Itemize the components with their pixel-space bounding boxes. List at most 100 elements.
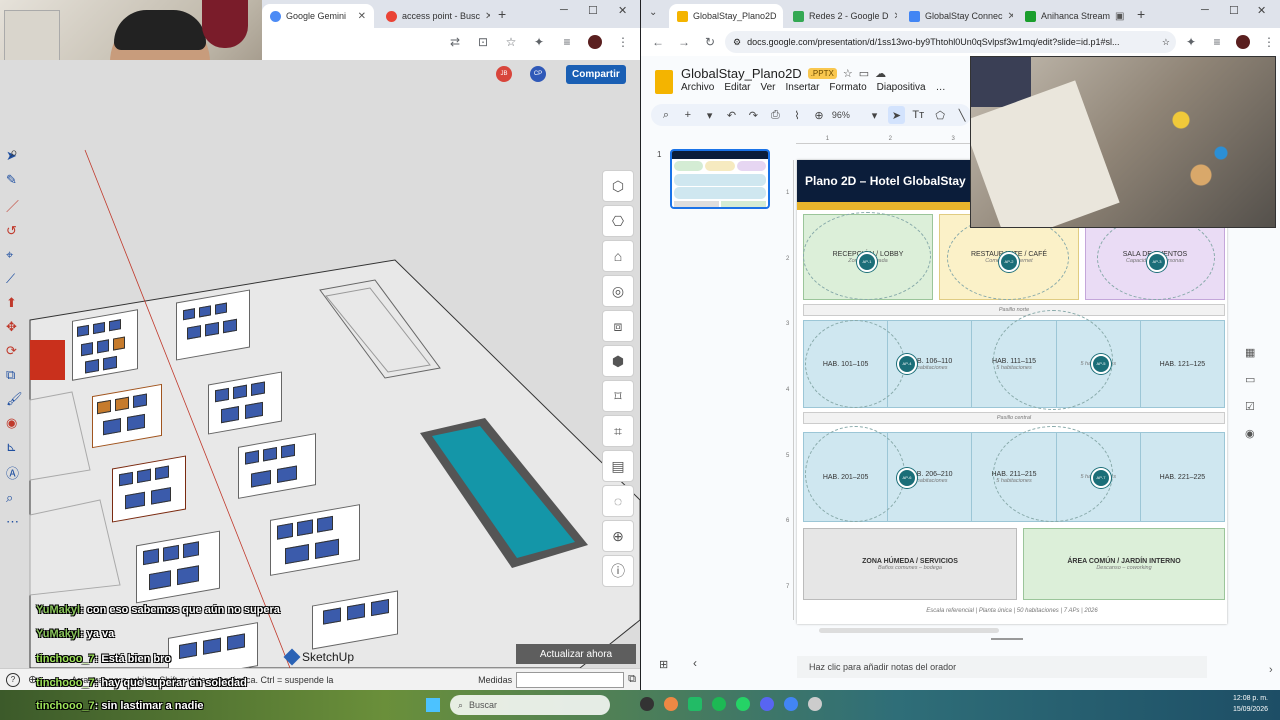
collapse-panel-icon[interactable]: ‹: [693, 656, 697, 670]
menu-diapositiva[interactable]: Diapositiva: [877, 82, 926, 93]
cloud-icon[interactable]: ☁: [875, 67, 886, 80]
line-icon[interactable]: ╲: [953, 106, 971, 124]
tab-google-gemini[interactable]: Google Gemini ✕: [262, 4, 374, 28]
measures-input[interactable]: [516, 671, 625, 688]
menu-archivo[interactable]: Archivo: [681, 82, 714, 93]
resize-handle[interactable]: [991, 638, 1023, 640]
chevron-down-icon[interactable]: ▾: [701, 106, 719, 124]
app-icon[interactable]: [808, 697, 822, 711]
minimize-icon[interactable]: ─: [1201, 4, 1209, 16]
display-icon[interactable]: ◌: [602, 485, 634, 517]
close-icon[interactable]: ✕: [1008, 11, 1013, 22]
close-icon[interactable]: ✕: [358, 11, 366, 22]
extensions-icon[interactable]: ✦: [1180, 31, 1202, 53]
entity-info-icon[interactable]: ⬡: [602, 170, 634, 202]
close-window-icon[interactable]: ✕: [618, 4, 627, 17]
access-point-marker[interactable]: AP-4: [897, 354, 917, 374]
redo-icon[interactable]: ↷: [744, 106, 762, 124]
profile-avatar[interactable]: [1232, 31, 1254, 53]
access-point-marker[interactable]: AP-6: [897, 468, 917, 488]
grid-view-icon[interactable]: ⊞: [659, 658, 668, 671]
media-icon[interactable]: ≡: [556, 31, 578, 53]
close-icon[interactable]: ✕: [782, 11, 783, 22]
close-window-icon[interactable]: ✕: [1257, 4, 1266, 17]
access-point-marker[interactable]: AP-5: [1091, 354, 1111, 374]
undo-icon[interactable]: ↶: [723, 106, 741, 124]
maximize-icon[interactable]: ☐: [1229, 4, 1239, 17]
room-block[interactable]: [72, 309, 138, 381]
slide-canvas[interactable]: Plano 2D – Hotel GlobalStay RECEPCIÓN / …: [797, 160, 1227, 624]
tape-tool-icon[interactable]: ↺: [6, 223, 30, 239]
text-tool-icon[interactable]: Ⓐ: [6, 463, 30, 482]
more-menu-icon[interactable]: ⋮: [612, 31, 634, 53]
more-tools-icon[interactable]: ⋯: [6, 514, 30, 530]
translate-icon[interactable]: ⇄: [444, 31, 466, 53]
access-point-marker[interactable]: AP-7: [1091, 468, 1111, 488]
styles-icon[interactable]: ⧈: [602, 310, 634, 342]
media-icon[interactable]: ≡: [1206, 31, 1228, 53]
print-icon[interactable]: ⎙: [766, 106, 784, 124]
chevron-down-icon[interactable]: ▾: [866, 106, 884, 124]
shape-icon[interactable]: ⬠: [931, 106, 949, 124]
horizontal-scrollbar[interactable]: [819, 628, 999, 633]
back-icon[interactable]: ←: [647, 31, 669, 53]
scenes-icon[interactable]: ▤: [602, 450, 634, 482]
outliner-icon[interactable]: ⌗: [602, 415, 634, 447]
line-tool-icon[interactable]: ⟋: [6, 271, 30, 287]
globe-icon[interactable]: ⊕: [602, 520, 634, 552]
menu-ver[interactable]: Ver: [760, 82, 775, 93]
menu-more[interactable]: …: [936, 82, 946, 93]
zoom-level[interactable]: 96%: [832, 110, 862, 120]
info-icon[interactable]: ⓘ: [602, 555, 634, 587]
access-point-marker[interactable]: AP-3: [1147, 252, 1167, 272]
speaker-notes[interactable]: Haz clic para añadir notas del orador: [797, 656, 1207, 678]
keep-icon[interactable]: ▭: [1245, 373, 1255, 386]
search-icon[interactable]: ⌕: [10, 144, 18, 161]
access-point-marker[interactable]: AP-1: [857, 252, 877, 272]
update-now-button[interactable]: Actualizar ahora: [516, 644, 636, 664]
cast-icon[interactable]: ▣: [1115, 11, 1124, 22]
extensions-icon[interactable]: ✦: [528, 31, 550, 53]
scale-tool-icon[interactable]: ⧉: [6, 367, 30, 383]
rotate-tool-icon[interactable]: ⟳: [6, 343, 30, 359]
menu-insertar[interactable]: Insertar: [786, 82, 820, 93]
contacts-icon[interactable]: ◉: [1245, 427, 1255, 440]
move-tool-icon[interactable]: ✥: [6, 319, 30, 335]
tags-icon[interactable]: ⌑: [602, 380, 634, 412]
push-pull-tool-icon[interactable]: ⬆: [6, 295, 30, 311]
app-icon[interactable]: [784, 697, 798, 711]
install-icon[interactable]: ⊡: [472, 31, 494, 53]
more-menu-icon[interactable]: ⋮: [1258, 31, 1280, 53]
tab-docs[interactable]: GlobalStay Connec ✕: [901, 4, 1013, 28]
start-button[interactable]: [426, 698, 440, 712]
expand-panel-icon[interactable]: ›: [1269, 664, 1273, 676]
sketchup-viewport[interactable]: JB CP Compartir ➤ ✎ ／ ↺ ⌖ ⟋ ⬆ ✥ ⟳ ⧉ 🖌 ◉ …: [0, 60, 640, 668]
select-cursor-icon[interactable]: ➤: [887, 106, 906, 124]
text-box-icon[interactable]: Tт: [909, 106, 927, 124]
instructor-icon[interactable]: ⌂: [602, 240, 634, 272]
system-clock[interactable]: 12:08 p. m. 15/09/2026: [1233, 693, 1268, 715]
bookmark-star-icon[interactable]: ☆: [1162, 37, 1170, 48]
tasks-icon[interactable]: ☑: [1245, 400, 1255, 413]
zoom-icon[interactable]: ⊕: [810, 106, 828, 124]
app-icon[interactable]: [688, 697, 702, 711]
help-icon[interactable]: ?: [6, 672, 20, 687]
pencil-tool-icon[interactable]: ／: [6, 196, 30, 215]
folder-icon[interactable]: ▭: [859, 67, 869, 80]
eraser-tool-icon[interactable]: ✎: [6, 172, 30, 188]
bookmark-star-icon[interactable]: ☆: [500, 31, 522, 53]
maximize-icon[interactable]: ☐: [588, 4, 598, 17]
stats-icon[interactable]: ⧉: [628, 673, 636, 686]
close-icon[interactable]: ✕: [894, 11, 897, 22]
forward-icon[interactable]: →: [673, 31, 695, 53]
search-icon[interactable]: ⌕: [657, 106, 675, 124]
layers-icon[interactable]: ⬢: [602, 345, 634, 377]
menu-editar[interactable]: Editar: [724, 82, 750, 93]
materials-icon[interactable]: ◎: [602, 275, 634, 307]
offset-tool-icon[interactable]: ⌖: [6, 247, 30, 263]
calendar-icon[interactable]: ▦: [1245, 346, 1255, 359]
new-tab-button[interactable]: +: [498, 6, 506, 22]
tab-stream[interactable]: Anihanca Stream ▣: [1017, 4, 1131, 28]
doc-title[interactable]: GlobalStay_Plano2D: [681, 66, 802, 81]
taskbar-search[interactable]: ⌕ Buscar: [450, 695, 610, 715]
